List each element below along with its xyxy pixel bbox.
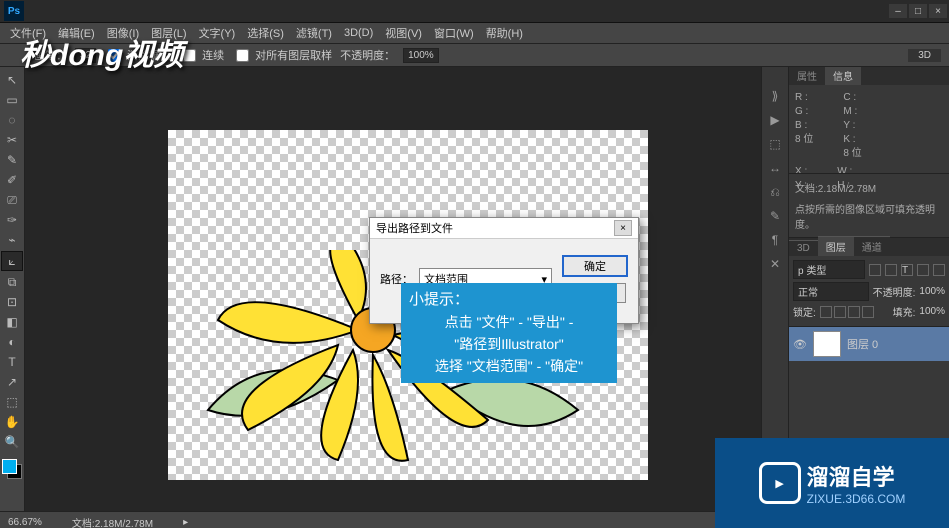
layer-kind-filter[interactable]: p 类型	[793, 260, 865, 279]
tool-lasso[interactable]: ◌	[2, 111, 22, 129]
hint-line1: 点击 "文件" - "导出" -	[409, 311, 609, 333]
filter-shape-icon[interactable]	[917, 264, 929, 276]
lock-transparency-icon[interactable]	[820, 306, 832, 318]
layer-name[interactable]: 图层 0	[847, 336, 878, 352]
hint-line3: 选择 "文档范围" - "确定"	[409, 355, 609, 377]
strip-icon-3[interactable]: ⬚	[766, 135, 784, 153]
layer-thumbnail[interactable]	[813, 331, 841, 357]
menu-type[interactable]: 文字(Y)	[193, 23, 242, 43]
options-bar: 画笔： 32 消除锯齿 连续 对所有图层取样 不透明度： 100% 3D	[0, 44, 949, 67]
menu-view[interactable]: 视图(V)	[379, 23, 428, 43]
tool-path[interactable]: ↗	[2, 373, 22, 391]
tool-pen[interactable]: ◐	[2, 333, 22, 351]
strip-icon-7[interactable]: ¶	[766, 231, 784, 249]
toolbar: ↖ ▭ ◌ ✂ ✎ ✐ ⎚ ✑ ⌁ ⟀ ⧉ ⊡ ◧ ◐ T ↗ ⬚ ✋ 🔍	[0, 67, 25, 511]
opacity-label: 不透明度:	[873, 284, 916, 299]
dialog-close-button[interactable]: ×	[614, 220, 632, 236]
fg-color-swatch[interactable]	[2, 459, 17, 474]
lock-all-icon[interactable]	[862, 306, 874, 318]
opt-opacity[interactable]: 100%	[403, 48, 439, 63]
tool-eraser[interactable]: ⟀	[1, 251, 23, 271]
menu-select[interactable]: 选择(S)	[241, 23, 290, 43]
tab-properties[interactable]: 属性	[789, 65, 825, 85]
hint-line2: "路径到Illustrator"	[409, 333, 609, 355]
opt-3d-button[interactable]: 3D	[908, 49, 941, 62]
tab-layers[interactable]: 图层	[818, 236, 854, 256]
tool-brush[interactable]: ⎚	[2, 191, 22, 209]
doc-size: 文档:2.18M/2.78M	[72, 515, 153, 528]
play-icon: ▶	[759, 462, 801, 504]
filter-img-icon[interactable]	[869, 264, 881, 276]
site-logo-overlay: ▶ 溜溜自学 ZIXUE.3D66.COM	[715, 438, 949, 528]
lock-position-icon[interactable]	[848, 306, 860, 318]
tab-info[interactable]: 信息	[825, 65, 861, 85]
doc-info: 文档:2.18M/2.78M 点按所需的图像区域可填充透明度。	[789, 173, 949, 237]
lock-pixels-icon[interactable]	[834, 306, 846, 318]
tool-zoom[interactable]: 🔍	[2, 433, 22, 451]
menu-file[interactable]: 文件(F)	[4, 23, 52, 43]
strip-icon-5[interactable]: ⎌	[766, 183, 784, 201]
menu-window[interactable]: 窗口(W)	[428, 23, 480, 43]
tool-crop[interactable]: ✂	[2, 131, 22, 149]
menu-edit[interactable]: 编辑(E)	[52, 23, 101, 43]
hint-title: 小提示：	[409, 289, 609, 311]
opt-contiguous[interactable]: 连续	[179, 46, 224, 65]
opt-brush-label: 画笔：	[34, 47, 67, 63]
menu-help[interactable]: 帮助(H)	[480, 23, 529, 43]
tool-type[interactable]: T	[2, 353, 22, 371]
menu-filter[interactable]: 滤镜(T)	[290, 23, 338, 43]
hint-overlay: 小提示： 点击 "文件" - "导出" - "路径到Illustrator" 选…	[401, 283, 617, 383]
tool-shape[interactable]: ⬚	[2, 393, 22, 411]
dialog-title: 导出路径到文件	[376, 220, 453, 236]
window-maximize[interactable]: □	[909, 4, 927, 18]
zoom-level[interactable]: 66.67%	[8, 517, 42, 528]
tool-healing[interactable]: ✐	[2, 171, 22, 189]
window-close[interactable]: ×	[929, 4, 947, 18]
strip-icon-2[interactable]: ▶	[766, 111, 784, 129]
tool-dodge[interactable]: ◧	[2, 313, 22, 331]
menu-3d[interactable]: 3D(D)	[338, 25, 379, 41]
opt-brush-size[interactable]: 32	[75, 48, 96, 63]
window-minimize[interactable]: –	[889, 4, 907, 18]
tool-hand[interactable]: ✋	[2, 413, 22, 431]
blend-mode-select[interactable]: 正常	[793, 282, 869, 301]
tool-eyedropper[interactable]: ✎	[2, 151, 22, 169]
strip-icon-4[interactable]: ↔	[766, 159, 784, 177]
filter-smart-icon[interactable]	[933, 264, 945, 276]
tool-move[interactable]: ↖	[2, 71, 22, 89]
fill-value[interactable]: 100%	[919, 306, 945, 317]
color-swatches[interactable]	[2, 459, 22, 479]
lock-label: 锁定:	[793, 304, 816, 319]
opt-all-layers[interactable]: 对所有图层取样	[232, 46, 332, 65]
menu-layer[interactable]: 图层(L)	[145, 23, 192, 43]
strip-icon-8[interactable]: ✕	[766, 255, 784, 273]
strip-icon-1[interactable]: ⟫	[766, 87, 784, 105]
tool-marquee[interactable]: ▭	[2, 91, 22, 109]
filter-text-icon[interactable]: T	[901, 264, 913, 276]
tab-channels[interactable]: 通道	[854, 236, 890, 256]
visibility-eye-icon[interactable]: 👁	[793, 338, 807, 351]
tab-3d[interactable]: 3D	[789, 240, 818, 256]
opt-antialias[interactable]: 消除锯齿	[104, 46, 171, 65]
tool-gradient[interactable]: ⧉	[2, 273, 22, 291]
canvas-area: 导出路径到文件 × 路径： 文档范围▾ 确定 取消 小提示： 点击 "文件" -…	[25, 67, 761, 511]
opt-opacity-label: 不透明度：	[340, 47, 395, 63]
opacity-value[interactable]: 100%	[919, 286, 945, 297]
tool-history-brush[interactable]: ⌁	[2, 231, 22, 249]
dialog-ok-button[interactable]: 确定	[562, 255, 628, 277]
tool-blur[interactable]: ⊡	[2, 293, 22, 311]
fill-label: 填充:	[893, 304, 916, 319]
app-logo: Ps	[4, 1, 24, 21]
menu-image[interactable]: 图像(I)	[101, 23, 145, 43]
tool-pen-variant[interactable]: ✑	[2, 211, 22, 229]
info-panel: R :G :B :8 位 C :M :Y :K :8 位 X :Y : W :H…	[789, 85, 949, 173]
strip-icon-6[interactable]: ✎	[766, 207, 784, 225]
menubar: 文件(F) 编辑(E) 图像(I) 图层(L) 文字(Y) 选择(S) 滤镜(T…	[0, 23, 949, 44]
filter-adj-icon[interactable]	[885, 264, 897, 276]
layer-row[interactable]: 👁 图层 0	[789, 327, 949, 361]
